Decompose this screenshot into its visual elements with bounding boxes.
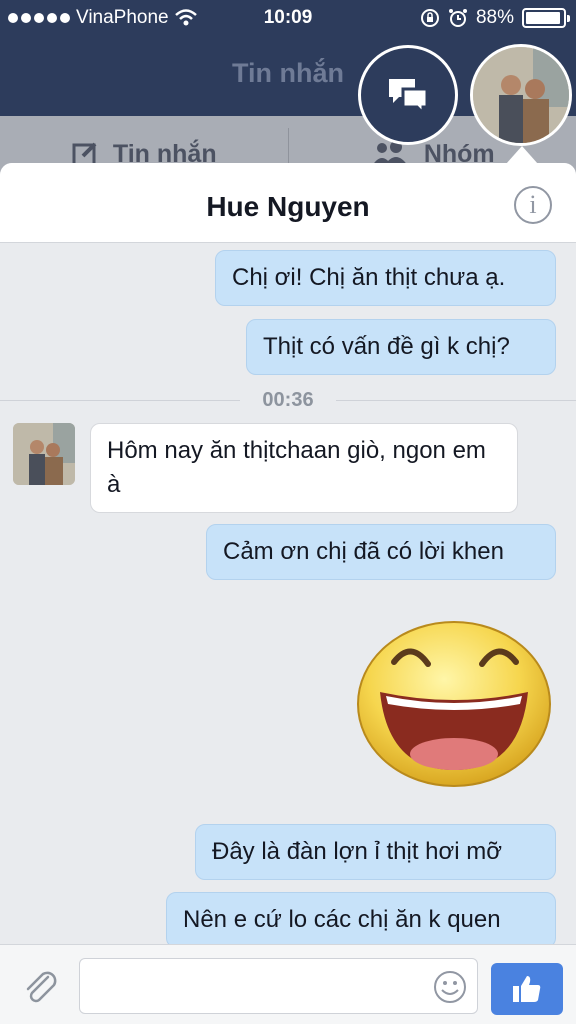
popover-pointer xyxy=(506,146,538,164)
battery-icon xyxy=(522,8,570,28)
conversation-header: Hue Nguyen i xyxy=(0,163,576,243)
message-outgoing[interactable]: Đây là đàn lợn ỉ thịt hơi mỡ xyxy=(195,824,556,880)
rotation-lock-icon xyxy=(420,9,439,27)
battery-percent: 88% xyxy=(475,7,514,28)
emoji-icon[interactable] xyxy=(433,970,467,1004)
thumbs-up-icon xyxy=(513,976,541,1002)
message-input[interactable] xyxy=(79,958,478,1014)
alarm-icon xyxy=(448,9,467,27)
message-outgoing[interactable]: Thịt có vấn đề gì k chị? xyxy=(246,319,556,375)
contact-avatar[interactable] xyxy=(13,423,75,485)
paperclip-icon[interactable] xyxy=(20,967,60,1007)
chat-bubbles-icon xyxy=(389,79,429,115)
conversation-panel: Hue Nguyen i Chị ơi! Chị ăn thịt chưa ạ.… xyxy=(0,163,576,1024)
like-button[interactable] xyxy=(491,963,563,1015)
contact-name: Hue Nguyen xyxy=(206,191,370,222)
info-icon[interactable]: i xyxy=(514,186,552,224)
message-outgoing[interactable]: Chị ơi! Chị ăn thịt chưa ạ. xyxy=(215,250,556,306)
message-outgoing[interactable]: Nên e cứ lo các chị ăn k quen xyxy=(166,892,556,948)
laughing-face-sticker[interactable] xyxy=(356,618,552,788)
contact-photo xyxy=(13,423,75,485)
chat-heads-button[interactable] xyxy=(358,45,458,145)
message-incoming[interactable]: Hôm nay ăn thịtchaan giò, ngon em à xyxy=(90,423,518,513)
contact-photo xyxy=(473,47,569,143)
message-composer xyxy=(0,944,576,1024)
timestamp-divider: 00:36 xyxy=(0,386,576,416)
message-outgoing[interactable]: Cảm ơn chị đã có lời khen xyxy=(206,524,556,580)
status-bar: VinaPhone 10:09 88% xyxy=(0,0,576,36)
chat-head-avatar[interactable] xyxy=(470,44,572,146)
